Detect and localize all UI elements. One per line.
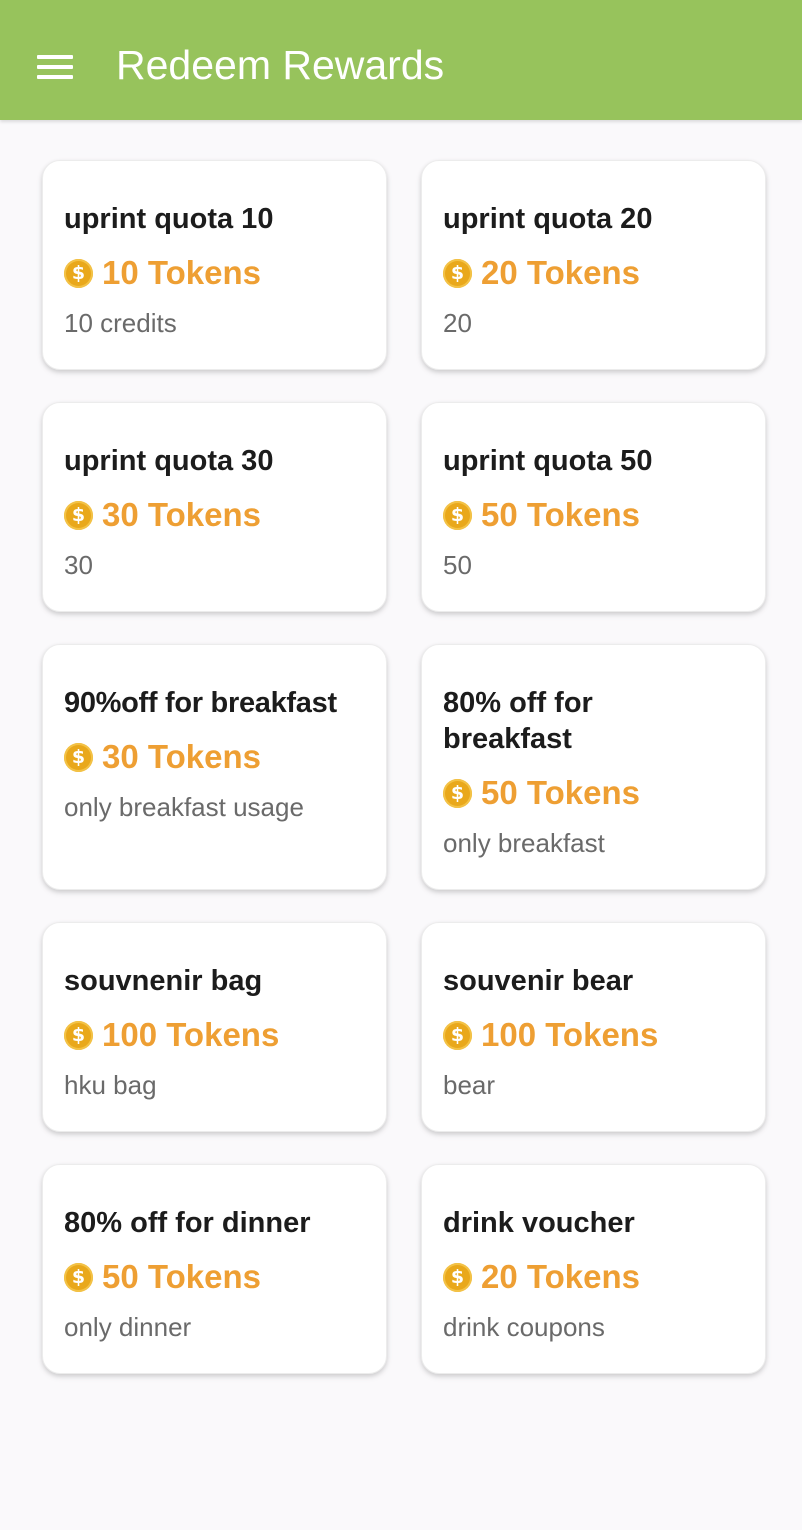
reward-title: drink voucher: [443, 1207, 635, 1239]
hamburger-menu-icon[interactable]: [37, 54, 73, 80]
reward-description: only breakfast usage: [64, 792, 304, 822]
reward-description: only breakfast: [443, 828, 605, 858]
reward-description: drink coupons: [443, 1312, 605, 1342]
reward-price-row: 10 Tokens: [64, 255, 366, 291]
reward-price-row: 30 Tokens: [64, 497, 366, 533]
reward-title: souvnenir bag: [64, 965, 263, 997]
coin-icon: [443, 500, 472, 530]
menu-bar-bottom: [37, 75, 73, 79]
reward-description: 50: [443, 550, 472, 580]
reward-price-row: 50 Tokens: [443, 775, 745, 811]
reward-card[interactable]: drink voucher 20 Tokens drink coupons: [421, 1164, 766, 1374]
reward-card[interactable]: uprint quota 10 10 Tokens 10 credits: [42, 160, 387, 370]
reward-description: 20: [443, 308, 472, 338]
coin-icon: [64, 258, 93, 288]
reward-description: hku bag: [64, 1070, 157, 1100]
coin-icon: [64, 1020, 93, 1050]
menu-bar-top: [37, 55, 73, 59]
reward-description: bear: [443, 1070, 496, 1100]
reward-description: 10 credits: [64, 308, 177, 338]
reward-card[interactable]: uprint quota 30 30 Tokens 30: [42, 402, 387, 612]
rewards-grid: uprint quota 10 10 Tokens 10 credits upr…: [42, 160, 766, 1374]
coin-icon: [443, 1020, 472, 1050]
reward-title: uprint quota 20: [443, 203, 653, 235]
reward-price: 20 Tokens: [481, 254, 640, 291]
reward-description: only dinner: [64, 1312, 192, 1342]
reward-price-row: 30 Tokens: [64, 739, 366, 775]
menu-bar-middle: [37, 65, 73, 69]
reward-price-row: 20 Tokens: [443, 255, 745, 291]
reward-price-row: 50 Tokens: [443, 497, 745, 533]
reward-card[interactable]: uprint quota 20 20 Tokens 20: [421, 160, 766, 370]
reward-title: uprint quota 30: [64, 445, 274, 477]
reward-card[interactable]: souvenir bear 100 Tokens bear: [421, 922, 766, 1132]
reward-price: 30 Tokens: [102, 738, 261, 775]
reward-card[interactable]: souvnenir bag 100 Tokens hku bag: [42, 922, 387, 1132]
coin-icon: [64, 500, 93, 530]
page-title: Redeem Rewards: [116, 42, 445, 88]
reward-price-row: 100 Tokens: [443, 1017, 745, 1053]
reward-price-row: 20 Tokens: [443, 1259, 745, 1295]
coin-icon: [443, 778, 472, 808]
reward-title: 80% off for breakfast: [443, 687, 593, 755]
reward-description: 30: [64, 550, 93, 580]
reward-card[interactable]: 80% off for dinner 50 Tokens only dinner: [42, 1164, 387, 1374]
reward-card[interactable]: 80% off for breakfast 50 Tokens only bre…: [421, 644, 766, 890]
reward-price-row: 100 Tokens: [64, 1017, 366, 1053]
reward-price: 100 Tokens: [102, 1016, 280, 1053]
reward-price: 50 Tokens: [102, 1258, 261, 1295]
reward-price: 30 Tokens: [102, 496, 261, 533]
reward-price: 50 Tokens: [481, 496, 640, 533]
reward-card[interactable]: uprint quota 50 50 Tokens 50: [421, 402, 766, 612]
reward-price-row: 50 Tokens: [64, 1259, 366, 1295]
reward-title: 80% off for dinner: [64, 1207, 311, 1239]
reward-price: 50 Tokens: [481, 774, 640, 811]
reward-price: 10 Tokens: [102, 254, 261, 291]
reward-title: uprint quota 10: [64, 203, 274, 235]
reward-title: uprint quota 50: [443, 445, 653, 477]
coin-icon: [64, 1262, 93, 1292]
reward-title: souvenir bear: [443, 965, 634, 997]
app-bar: Redeem Rewards: [0, 0, 802, 120]
reward-title: 90%off for breakfast: [64, 687, 337, 719]
reward-card[interactable]: 90%off for breakfast 30 Tokens only brea…: [42, 644, 387, 890]
reward-price: 100 Tokens: [481, 1016, 659, 1053]
coin-icon: [443, 1262, 472, 1292]
coin-icon: [443, 258, 472, 288]
coin-icon: [64, 742, 93, 772]
reward-price: 20 Tokens: [481, 1258, 640, 1295]
